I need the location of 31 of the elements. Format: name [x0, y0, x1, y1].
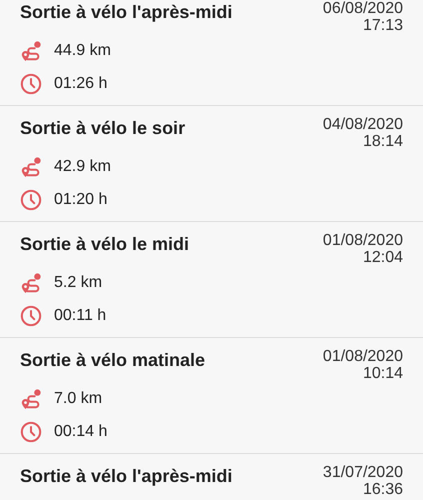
ride-title: Sortie à vélo l'après-midi: [20, 465, 232, 488]
route-icon: [20, 40, 42, 62]
ride-title: Sortie à vélo le soir: [20, 117, 186, 140]
clock-icon: [20, 304, 42, 326]
ride-time: 10:14: [362, 365, 403, 382]
duration-text: 01:20 h: [54, 190, 108, 208]
ride-title: Sortie à vélo le midi: [20, 233, 190, 256]
ride-time: 18:14: [362, 133, 403, 150]
route-icon: [20, 272, 42, 294]
duration-text: 00:11 h: [54, 306, 106, 324]
duration-text: 01:26 h: [54, 74, 108, 92]
ride-date: 01/08/2020: [322, 232, 403, 249]
ride-time: 17:13: [362, 17, 403, 34]
distance-text: 5.2 km: [54, 274, 102, 292]
ride-time: 12:04: [362, 249, 403, 266]
ride-title: Sortie à vélo l'après-midi: [20, 1, 232, 24]
route-icon: [20, 156, 42, 178]
duration-text: 00:14 h: [54, 422, 108, 440]
distance-text: 7.0 km: [54, 390, 102, 408]
clock-icon: [20, 188, 42, 210]
ride-date: 06/08/2020: [322, 0, 403, 17]
distance-text: 44.9 km: [54, 42, 111, 60]
ride-time: 16:36: [362, 481, 403, 498]
ride-title: Sortie à vélo matinale: [20, 349, 206, 372]
clock-icon: [20, 72, 42, 94]
ride-date: 01/08/2020: [322, 348, 403, 365]
ride-date: 04/08/2020: [322, 116, 403, 133]
ride-date: 31/07/2020: [322, 464, 403, 481]
clock-icon: [20, 420, 42, 442]
route-icon: [20, 388, 42, 410]
distance-text: 42.9 km: [54, 158, 111, 176]
